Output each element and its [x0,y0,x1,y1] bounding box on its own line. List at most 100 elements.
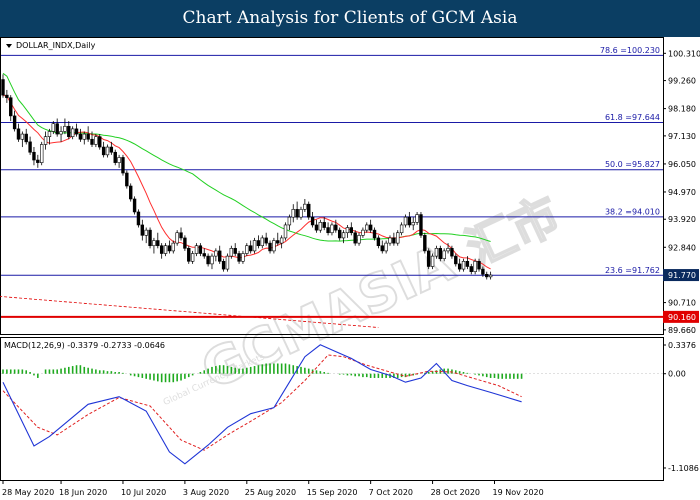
time-tick-label-5: 15 Sep 2020 [307,488,358,497]
candle-body-37 [144,229,148,236]
candle-body-91 [353,232,357,244]
candle-body-106 [411,222,415,226]
time-tick-label-8: 19 Nov 2020 [492,488,543,497]
candle-body-84 [326,227,330,234]
candle-body-71 [276,240,280,244]
candle-body-117 [454,255,458,265]
candle-body-57 [221,260,226,270]
candle-body-118 [457,263,462,270]
fib-label-2: 50.0 =95.827 [605,160,660,169]
candle-body-109 [423,235,427,252]
candle-body-24 [94,136,98,145]
price-tick-label-10: 89.660 [668,326,696,335]
candle-body-8 [32,151,36,161]
candle-body-116 [450,248,454,257]
candle-body-89 [345,227,350,234]
candle-body-16 [63,125,67,132]
price-tick-label-6: 93.920 [668,215,696,224]
fib-label-1: 61.8 =97.644 [605,113,660,122]
candle-body-50 [194,245,199,254]
fib-label-3: 38.2 =94.010 [605,207,660,216]
candle-body-103 [399,224,404,234]
time-tick-label-4: 25 Aug 2020 [245,488,296,497]
candle-body-112 [434,248,439,257]
candle-body-81 [314,224,319,231]
time-tick-label-3: 3 Aug 2020 [183,488,229,497]
candle-body-104 [403,216,408,226]
candle-body-61 [237,253,241,262]
candle-body-78 [303,203,307,210]
price-tick-label-1: 99.260 [668,77,696,86]
candle-body-113 [438,248,443,260]
candle-body-23 [90,138,94,145]
candle-body-97 [376,237,381,247]
candle-body-121 [469,266,473,272]
candle-body-94 [365,224,369,231]
candle-body-26 [101,146,106,156]
candle-body-41 [159,245,164,254]
candle-body-88 [341,232,346,239]
candle-body-56 [218,250,222,262]
macd-tick-label-2: -1.1086 [668,464,699,473]
candle-body-82 [318,222,323,231]
candle-body-0 [1,79,5,96]
candle-body-107 [415,214,419,223]
fib-label-4: 23.6 =91.762 [605,266,660,275]
candle-body-85 [330,224,334,234]
candle-body-49 [190,253,195,262]
candle-body-6 [24,133,28,143]
candle-body-64 [248,245,253,252]
symbol-label: DOLLAR_INDX,Daily [16,41,96,50]
candle-body-53 [206,255,210,265]
candle-body-76 [295,209,299,218]
candle-body-42 [163,245,168,254]
candle-body-98 [380,245,384,252]
candle-body-83 [322,222,326,228]
macd-panel-border [0,337,664,481]
candle-body-20 [78,133,83,140]
candle-body-5 [20,133,25,140]
candle-body-68 [264,237,268,244]
candle-body-80 [310,216,315,226]
candle-body-58 [225,255,230,270]
candle-body-12 [47,131,52,137]
candle-body-105 [407,216,412,226]
candle-body-21 [82,133,86,140]
candle-body-43 [167,245,172,252]
candle-body-123 [477,260,481,270]
candle-body-66 [256,240,261,247]
support-price-label: 90.160 [668,313,696,322]
candle-body-1 [5,94,9,99]
candle-body-93 [361,229,365,236]
price-tick-label-3: 97.130 [668,132,696,141]
candle-body-90 [349,227,353,234]
candle-body-73 [283,224,288,239]
candle-body-7 [28,141,32,153]
candle-body-86 [334,224,338,231]
candle-body-75 [291,209,295,218]
candle-body-59 [229,248,234,257]
candle-body-110 [426,250,431,267]
candle-body-40 [156,240,160,247]
candle-body-79 [307,203,311,218]
candle-body-13 [51,123,56,132]
symbol-dropdown-icon[interactable] [6,44,12,48]
candle-body-34 [132,198,137,213]
candle-body-44 [171,242,175,252]
candle-body-72 [279,237,284,244]
candle-body-120 [465,260,470,267]
candle-body-30 [117,157,121,163]
candle-body-28 [109,146,114,153]
candle-body-45 [175,232,179,244]
candle-body-51 [198,245,203,254]
candle-body-54 [210,255,214,265]
candle-body-47 [183,237,187,249]
candle-body-29 [113,151,117,163]
candle-body-46 [179,232,183,239]
candle-body-102 [396,232,400,244]
candle-body-9 [36,159,40,163]
time-tick-label-2: 10 Jul 2020 [121,488,166,497]
candle-body-14 [55,123,59,135]
candle-body-96 [372,229,377,239]
candle-body-108 [419,214,423,236]
